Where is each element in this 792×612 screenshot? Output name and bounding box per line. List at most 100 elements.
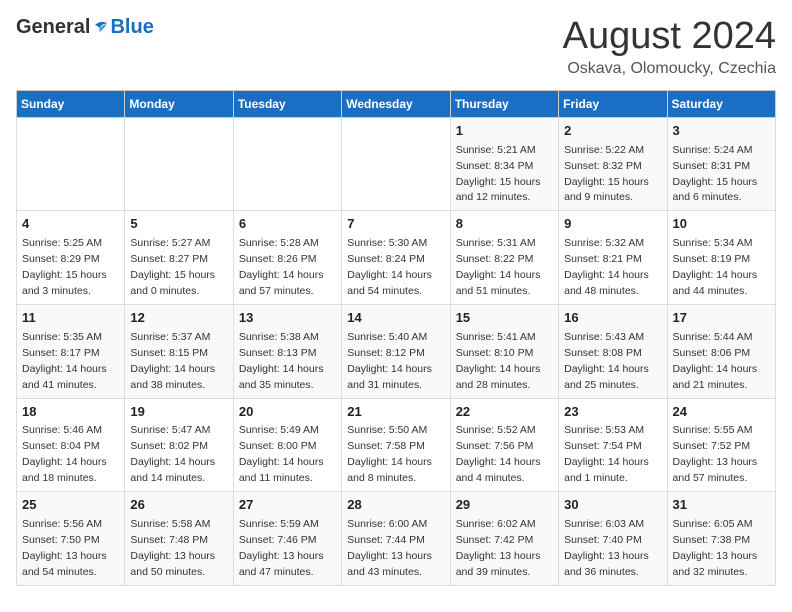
calendar-week-row: 11 Sunrise: 5:35 AM Sunset: 8:17 PM Dayli… [17, 304, 776, 398]
calendar-cell: 18 Sunrise: 5:46 AM Sunset: 8:04 PM Dayli… [17, 398, 125, 492]
day-number: 20 [239, 403, 336, 422]
day-info: Sunrise: 5:27 AM Sunset: 8:27 PM Dayligh… [130, 237, 215, 297]
calendar-cell: 17 Sunrise: 5:44 AM Sunset: 8:06 PM Dayli… [667, 304, 775, 398]
calendar-cell: 31Sunrise: 6:05 AM Sunset: 7:38 PM Dayli… [667, 492, 775, 586]
calendar-cell: 29 Sunrise: 6:02 AM Sunset: 7:42 PM Dayli… [450, 492, 558, 586]
logo: General Blue [16, 16, 154, 39]
calendar-week-row: 4 Sunrise: 5:25 AM Sunset: 8:29 PM Daylig… [17, 211, 776, 305]
day-number: 11 [22, 309, 119, 328]
day-number: 14 [347, 309, 444, 328]
calendar-cell: 4 Sunrise: 5:25 AM Sunset: 8:29 PM Daylig… [17, 211, 125, 305]
day-info: Sunrise: 5:25 AM Sunset: 8:29 PM Dayligh… [22, 237, 107, 297]
day-number: 16 [564, 309, 661, 328]
day-number: 13 [239, 309, 336, 328]
day-of-week-header: Wednesday [342, 90, 450, 117]
calendar-header: SundayMondayTuesdayWednesdayThursdayFrid… [17, 90, 776, 117]
day-number: 6 [239, 215, 336, 234]
calendar-cell: 16Sunrise: 5:43 AM Sunset: 8:08 PM Dayli… [559, 304, 667, 398]
day-of-week-header: Monday [125, 90, 233, 117]
calendar-cell: 25Sunrise: 5:56 AM Sunset: 7:50 PM Dayli… [17, 492, 125, 586]
title-block: August 2024 Oskava, Olomoucky, Czechia [563, 16, 776, 78]
day-info: Sunrise: 6:00 AM Sunset: 7:44 PM Dayligh… [347, 518, 432, 578]
day-number: 22 [456, 403, 553, 422]
calendar-cell [125, 117, 233, 211]
day-info: Sunrise: 5:35 AM Sunset: 8:17 PM Dayligh… [22, 331, 107, 391]
day-info: Sunrise: 5:49 AM Sunset: 8:00 PM Dayligh… [239, 424, 324, 484]
day-info: Sunrise: 5:32 AM Sunset: 8:21 PM Dayligh… [564, 237, 649, 297]
day-info: Sunrise: 5:52 AM Sunset: 7:56 PM Dayligh… [456, 424, 541, 484]
calendar-cell: 22 Sunrise: 5:52 AM Sunset: 7:56 PM Dayli… [450, 398, 558, 492]
day-info: Sunrise: 5:53 AM Sunset: 7:54 PM Dayligh… [564, 424, 649, 484]
logo-blue-text: Blue [110, 16, 153, 39]
day-info: Sunrise: 6:03 AM Sunset: 7:40 PM Dayligh… [564, 518, 649, 578]
day-number: 1 [456, 122, 553, 141]
day-number: 2 [564, 122, 661, 141]
calendar-cell: 28Sunrise: 6:00 AM Sunset: 7:44 PM Dayli… [342, 492, 450, 586]
day-info: Sunrise: 5:34 AM Sunset: 8:19 PM Dayligh… [673, 237, 758, 297]
day-of-week-header: Sunday [17, 90, 125, 117]
calendar-cell: 27 Sunrise: 5:59 AM Sunset: 7:46 PM Dayli… [233, 492, 341, 586]
page-header: General Blue August 2024 Oskava, Olomouc… [16, 16, 776, 78]
calendar-cell: 13Sunrise: 5:38 AM Sunset: 8:13 PM Dayli… [233, 304, 341, 398]
day-of-week-header: Saturday [667, 90, 775, 117]
calendar-cell: 21 Sunrise: 5:50 AM Sunset: 7:58 PM Dayli… [342, 398, 450, 492]
day-number: 8 [456, 215, 553, 234]
calendar-cell: 5 Sunrise: 5:27 AM Sunset: 8:27 PM Daylig… [125, 211, 233, 305]
day-number: 19 [130, 403, 227, 422]
calendar-cell: 10 Sunrise: 5:34 AM Sunset: 8:19 PM Dayli… [667, 211, 775, 305]
day-number: 3 [673, 122, 770, 141]
day-number: 27 [239, 496, 336, 515]
calendar-body: 1 Sunrise: 5:21 AM Sunset: 8:34 PM Daylig… [17, 117, 776, 585]
day-of-week-header: Tuesday [233, 90, 341, 117]
calendar-cell: 12 Sunrise: 5:37 AM Sunset: 8:15 PM Dayli… [125, 304, 233, 398]
calendar-cell [342, 117, 450, 211]
day-info: Sunrise: 5:46 AM Sunset: 8:04 PM Dayligh… [22, 424, 107, 484]
day-info: Sunrise: 5:40 AM Sunset: 8:12 PM Dayligh… [347, 331, 432, 391]
day-number: 25 [22, 496, 119, 515]
day-number: 21 [347, 403, 444, 422]
calendar-cell: 11 Sunrise: 5:35 AM Sunset: 8:17 PM Dayli… [17, 304, 125, 398]
calendar-cell: 14 Sunrise: 5:40 AM Sunset: 8:12 PM Dayli… [342, 304, 450, 398]
day-number: 29 [456, 496, 553, 515]
calendar-cell: 7 Sunrise: 5:30 AM Sunset: 8:24 PM Daylig… [342, 211, 450, 305]
day-number: 23 [564, 403, 661, 422]
month-year-heading: August 2024 [563, 16, 776, 58]
day-number: 30 [564, 496, 661, 515]
calendar-cell: 26Sunrise: 5:58 AM Sunset: 7:48 PM Dayli… [125, 492, 233, 586]
day-number: 15 [456, 309, 553, 328]
day-number: 9 [564, 215, 661, 234]
day-info: Sunrise: 5:22 AM Sunset: 8:32 PM Dayligh… [564, 144, 649, 204]
day-info: Sunrise: 5:50 AM Sunset: 7:58 PM Dayligh… [347, 424, 432, 484]
days-of-week-row: SundayMondayTuesdayWednesdayThursdayFrid… [17, 90, 776, 117]
day-number: 5 [130, 215, 227, 234]
day-number: 24 [673, 403, 770, 422]
day-number: 4 [22, 215, 119, 234]
logo-general-text: General [16, 16, 90, 39]
calendar-cell: 20 Sunrise: 5:49 AM Sunset: 8:00 PM Dayli… [233, 398, 341, 492]
calendar-cell: 15Sunrise: 5:41 AM Sunset: 8:10 PM Dayli… [450, 304, 558, 398]
day-number: 7 [347, 215, 444, 234]
day-info: Sunrise: 5:47 AM Sunset: 8:02 PM Dayligh… [130, 424, 215, 484]
calendar-cell: 24 Sunrise: 5:55 AM Sunset: 7:52 PM Dayli… [667, 398, 775, 492]
day-number: 26 [130, 496, 227, 515]
calendar-cell: 1 Sunrise: 5:21 AM Sunset: 8:34 PM Daylig… [450, 117, 558, 211]
day-number: 10 [673, 215, 770, 234]
calendar-table: SundayMondayTuesdayWednesdayThursdayFrid… [16, 90, 776, 586]
day-info: Sunrise: 5:28 AM Sunset: 8:26 PM Dayligh… [239, 237, 324, 297]
day-info: Sunrise: 5:37 AM Sunset: 8:15 PM Dayligh… [130, 331, 215, 391]
calendar-cell: 19 Sunrise: 5:47 AM Sunset: 8:02 PM Dayli… [125, 398, 233, 492]
calendar-week-row: 25Sunrise: 5:56 AM Sunset: 7:50 PM Dayli… [17, 492, 776, 586]
day-info: Sunrise: 5:21 AM Sunset: 8:34 PM Dayligh… [456, 144, 541, 204]
logo-bird-icon [92, 19, 110, 37]
day-info: Sunrise: 6:02 AM Sunset: 7:42 PM Dayligh… [456, 518, 541, 578]
day-number: 18 [22, 403, 119, 422]
calendar-week-row: 1 Sunrise: 5:21 AM Sunset: 8:34 PM Daylig… [17, 117, 776, 211]
day-info: Sunrise: 5:44 AM Sunset: 8:06 PM Dayligh… [673, 331, 758, 391]
day-info: Sunrise: 5:59 AM Sunset: 7:46 PM Dayligh… [239, 518, 324, 578]
day-number: 12 [130, 309, 227, 328]
day-info: Sunrise: 5:55 AM Sunset: 7:52 PM Dayligh… [673, 424, 758, 484]
day-info: Sunrise: 5:30 AM Sunset: 8:24 PM Dayligh… [347, 237, 432, 297]
day-info: Sunrise: 5:24 AM Sunset: 8:31 PM Dayligh… [673, 144, 758, 204]
calendar-cell: 2 Sunrise: 5:22 AM Sunset: 8:32 PM Daylig… [559, 117, 667, 211]
day-number: 17 [673, 309, 770, 328]
